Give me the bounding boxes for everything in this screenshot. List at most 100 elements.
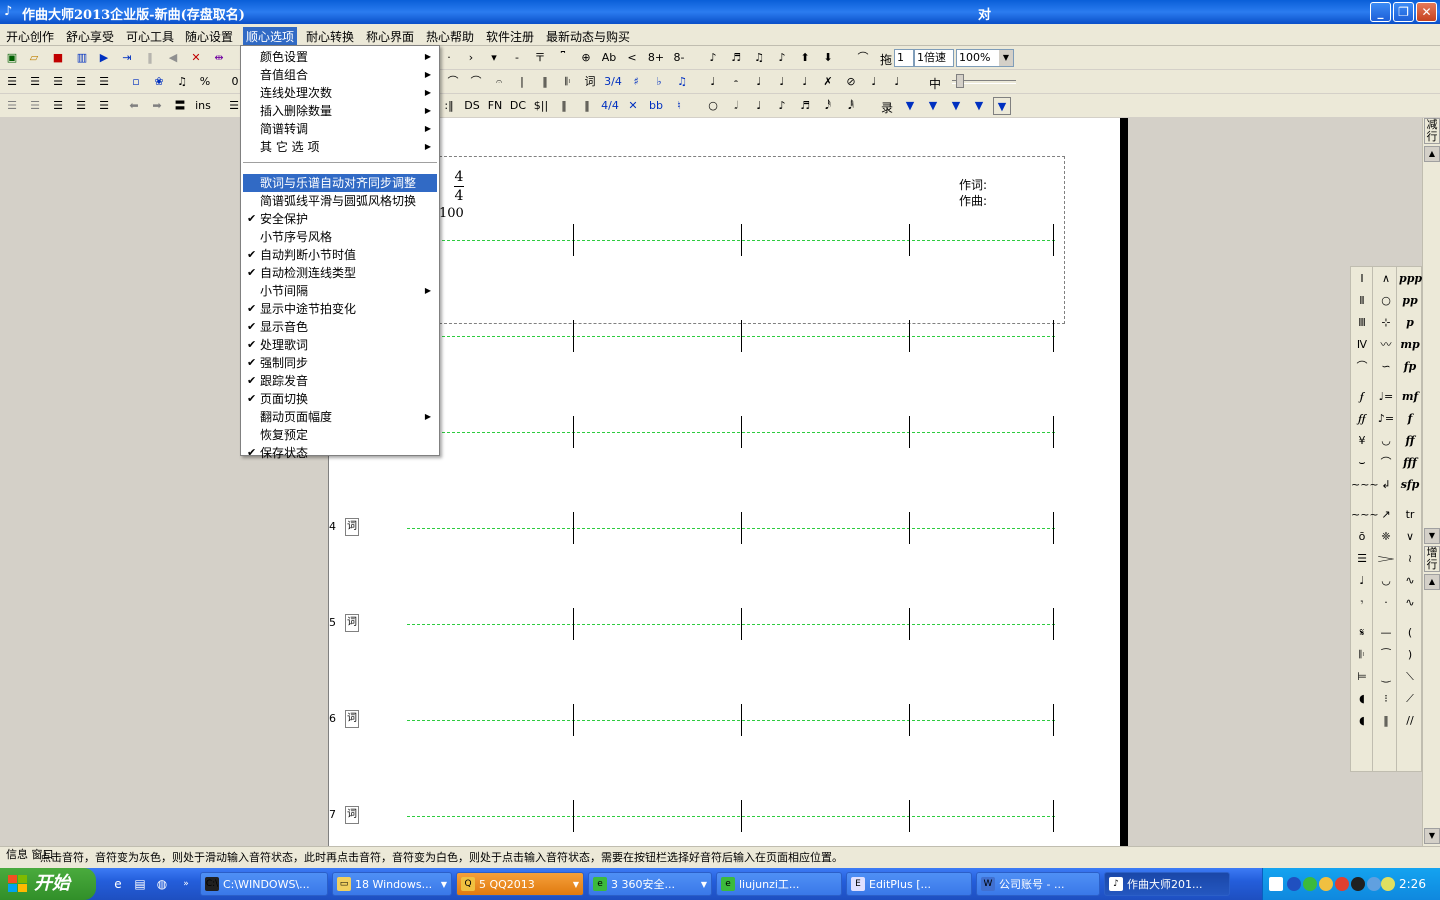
- glyph-icon[interactable]: 𝄐: [490, 73, 508, 91]
- cross-icon[interactable]: ✕: [187, 49, 205, 67]
- crescendo-icon[interactable]: <: [623, 49, 641, 67]
- palette-symbol[interactable]: ♪=: [1375, 409, 1397, 429]
- staff-line[interactable]: [407, 240, 1055, 241]
- palette-symbol[interactable]: pp: [1399, 291, 1421, 311]
- palette-symbol[interactable]: ppp: [1399, 269, 1422, 289]
- note-icon[interactable]: ♫: [173, 73, 191, 91]
- thirty-second-icon[interactable]: 𝅘𝅥𝅰: [819, 97, 837, 115]
- palette-symbol[interactable]: ◡: [1375, 571, 1397, 591]
- tray-network-icon[interactable]: [1367, 877, 1381, 891]
- menu-option[interactable]: 小节间隔 ▶: [243, 282, 437, 300]
- palette-symbol[interactable]: 𝄆: [1351, 645, 1373, 665]
- scroll-down-icon[interactable]: ▼: [1424, 528, 1440, 544]
- palette-symbol[interactable]: 〰: [1375, 335, 1397, 355]
- indent-4-icon[interactable]: ☰: [72, 97, 90, 115]
- align-2-icon[interactable]: ☰: [26, 73, 44, 91]
- repeat-icon[interactable]: 𝄆: [559, 73, 577, 91]
- rest-icon[interactable]: 𝄼: [727, 73, 745, 91]
- palette-symbol[interactable]: tr: [1399, 505, 1421, 525]
- taskbar-button[interactable]: e liujunzi工...: [716, 872, 842, 896]
- taskbar-button[interactable]: e 3 360安全... ▼: [588, 872, 712, 896]
- lyric-tag[interactable]: 词: [345, 518, 359, 536]
- align-4-icon[interactable]: ☰: [72, 73, 90, 91]
- zoom-select[interactable]: 100% ▼: [956, 49, 1014, 67]
- indent-3-icon[interactable]: ☰: [49, 97, 67, 115]
- close-button[interactable]: ✕: [1416, 2, 1437, 22]
- stop-icon[interactable]: ■: [49, 49, 67, 67]
- menu-option[interactable]: 其 它 选 项 ▶: [243, 138, 437, 156]
- keyboard-icon[interactable]: [1269, 877, 1283, 891]
- sixty-fourth-icon[interactable]: 𝅘𝅥𝅱: [842, 97, 860, 115]
- palette-symbol[interactable]: sfp: [1399, 475, 1421, 495]
- palette-symbol[interactable]: Ⅳ: [1351, 335, 1373, 355]
- palette-symbol[interactable]: ∿: [1399, 571, 1421, 591]
- palette-symbol[interactable]: ⌒: [1375, 453, 1397, 473]
- palette-symbol[interactable]: 𝆑𝆑: [1351, 409, 1373, 429]
- palette-symbol[interactable]: //: [1399, 711, 1421, 731]
- segno-button[interactable]: $||: [532, 97, 550, 115]
- menu-option[interactable]: ✔ 安全保护: [243, 210, 437, 228]
- palette-symbol[interactable]: mf: [1399, 387, 1421, 407]
- ghost-note-icon[interactable]: ⊘: [842, 73, 860, 91]
- score-page[interactable]: 4 4 100 作词: 作曲: 4词5词6词7词: [328, 118, 1122, 846]
- palette-symbol[interactable]: ): [1399, 645, 1421, 665]
- palette-symbol[interactable]: ∨: [1399, 527, 1421, 547]
- eighth-note-icon[interactable]: ♪: [773, 49, 791, 67]
- palette-symbol[interactable]: ◖: [1351, 711, 1373, 731]
- octave-up-button[interactable]: 8+: [646, 49, 666, 67]
- taskbar-button[interactable]: ▭ 18 Windows... ▼: [332, 872, 452, 896]
- lyric-tag[interactable]: 词: [345, 614, 359, 632]
- align-3-icon[interactable]: ☰: [49, 73, 67, 91]
- dropdown-1-icon[interactable]: ▼: [901, 97, 919, 115]
- minimize-button[interactable]: _: [1370, 2, 1391, 22]
- indent-1-icon[interactable]: ☰: [3, 97, 21, 115]
- volume-slider-thumb[interactable]: [956, 74, 964, 88]
- percent-icon[interactable]: %: [196, 73, 214, 91]
- menu-option[interactable]: ✔ 自动判断小节时值: [243, 246, 437, 264]
- palette-symbol[interactable]: 𝆓: [1375, 549, 1397, 569]
- coda-icon[interactable]: ⊕: [577, 49, 595, 67]
- note-blue-icon[interactable]: ♫: [673, 73, 691, 91]
- instrument-icon[interactable]: ❀: [150, 73, 168, 91]
- palette-symbol[interactable]: ~~~: [1351, 505, 1379, 525]
- ie-icon[interactable]: e: [110, 876, 126, 892]
- palette-symbol[interactable]: ‖: [1375, 711, 1397, 731]
- palette-symbol[interactable]: ○: [1375, 291, 1397, 311]
- tie-2-icon[interactable]: ⌒: [467, 73, 485, 91]
- palette-symbol[interactable]: ⁀: [1375, 645, 1397, 665]
- dot-icon[interactable]: ·: [440, 49, 458, 67]
- tray-qq-icon[interactable]: [1335, 877, 1349, 891]
- palette-symbol[interactable]: Ⅱ: [1351, 291, 1373, 311]
- staff-line[interactable]: [407, 720, 1055, 721]
- prev-icon[interactable]: ◀: [164, 49, 182, 67]
- menu-suixin[interactable]: 随心设置: [182, 27, 236, 46]
- double-bar-2-icon[interactable]: ‖: [555, 97, 573, 115]
- palette-symbol[interactable]: ·: [1375, 593, 1397, 613]
- menu-option[interactable]: 恢复预定: [243, 426, 437, 444]
- save-icon[interactable]: ▣: [3, 49, 21, 67]
- beam-icon[interactable]: ♫: [750, 49, 768, 67]
- lyric-tag[interactable]: 词: [345, 710, 359, 728]
- palette-symbol[interactable]: 𝄾: [1351, 593, 1373, 613]
- palette-symbol[interactable]: ¥: [1351, 431, 1373, 451]
- palette-symbol[interactable]: ♩: [1351, 571, 1373, 591]
- octave-down-button[interactable]: 8-: [669, 49, 689, 67]
- quarter-5-icon[interactable]: ♩: [865, 73, 883, 91]
- taskbar-button[interactable]: E EditPlus [...: [846, 872, 972, 896]
- key-text-button[interactable]: Ab: [600, 49, 618, 67]
- menu-kexin[interactable]: 可心工具: [123, 27, 177, 46]
- menu-register[interactable]: 软件注册: [483, 27, 537, 46]
- menu-shunxin[interactable]: 顺心选项: [243, 27, 298, 46]
- rate-input[interactable]: 1倍速: [914, 49, 954, 67]
- indent-2-icon[interactable]: ☰: [26, 97, 44, 115]
- more-chevron-icon[interactable]: »: [178, 876, 194, 892]
- repeat-end-icon[interactable]: :‖: [440, 97, 458, 115]
- start-button[interactable]: 开始: [0, 868, 96, 900]
- sixteenth-note-icon[interactable]: ♬: [796, 97, 814, 115]
- palette-symbol[interactable]: ≀: [1399, 549, 1421, 569]
- up-arrow-icon[interactable]: ⬆: [796, 49, 814, 67]
- back-arrow-icon[interactable]: ⬅: [125, 97, 143, 115]
- add-rows-button[interactable]: 增行: [1424, 546, 1440, 572]
- taskbar-button[interactable]: C:\ C:\WINDOWS\...: [200, 872, 328, 896]
- staff-line[interactable]: [407, 432, 1055, 433]
